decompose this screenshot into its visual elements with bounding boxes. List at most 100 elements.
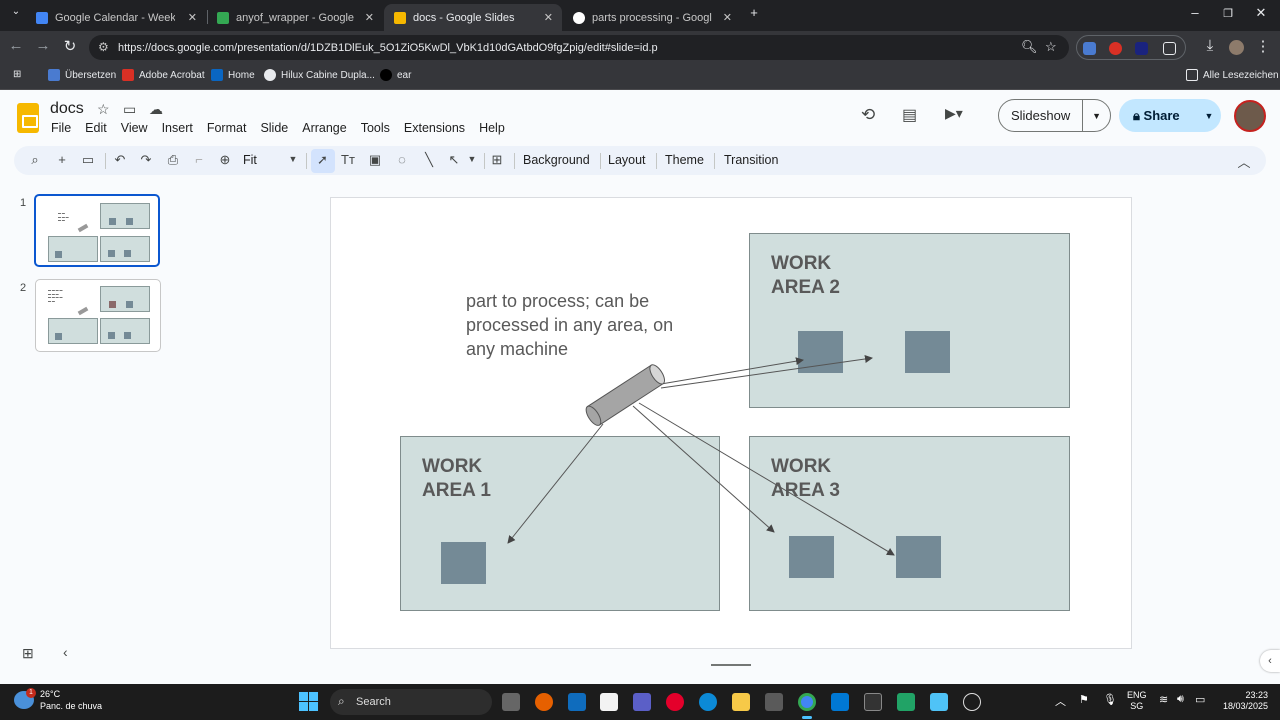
puzzle-icon[interactable] <box>1163 42 1176 55</box>
background-button[interactable]: Background <box>523 153 590 167</box>
show-hidden-icons[interactable]: ︿ <box>1055 693 1066 709</box>
arrow-to-area-3-machine-1[interactable] <box>632 405 775 533</box>
microphone-icon[interactable]: 🎙︎ <box>1103 693 1117 706</box>
tab-google-calendar[interactable]: Google Calendar - Week of Ma ✕ <box>26 4 206 31</box>
line-icon[interactable]: ╲ <box>420 152 438 168</box>
zoom-select[interactable]: Fit <box>243 153 257 167</box>
print-icon[interactable]: ⎙ <box>164 152 182 168</box>
slide-thumbnail-2[interactable]: ▬ ▬ ▬ ▬ ▬ ▬ ▬ ▬ ▬ ▬ ▬ ▬ ▬ <box>35 279 161 352</box>
share-button[interactable]: 🔒︎ Share ▼ <box>1119 99 1221 132</box>
bookmark-ear[interactable]: ear <box>380 69 411 81</box>
minimize-icon[interactable]: – <box>1183 5 1207 20</box>
redo-icon[interactable]: ↷ <box>137 152 155 168</box>
battery-icon[interactable]: ▭ <box>1195 693 1205 706</box>
slideshow-button[interactable]: Slideshow ▼ <box>998 99 1111 132</box>
arrow-to-area-2-machine-2[interactable] <box>660 355 873 389</box>
arrow-line-icon[interactable]: ↖ <box>445 152 463 168</box>
chevron-down-icon[interactable]: ▼ <box>463 154 481 164</box>
slide-thumbnail-1[interactable]: ▬ ▬ ▬ ▬ ▬ ▬ ▬ <box>34 194 160 267</box>
calculator-icon[interactable] <box>765 693 783 711</box>
undo-icon[interactable]: ↶ <box>111 152 129 168</box>
account-avatar[interactable] <box>1234 100 1266 132</box>
notepad-icon[interactable] <box>930 693 948 711</box>
menu-extensions[interactable]: Extensions <box>404 121 465 135</box>
menu-format[interactable]: Format <box>207 121 247 135</box>
task-view-icon[interactable] <box>502 693 520 711</box>
zoom-icon[interactable]: ⊕ <box>216 152 234 168</box>
version-history-icon[interactable]: ⟲ <box>861 105 875 125</box>
bookmark-acrobat[interactable]: Adobe Acrobat <box>122 69 205 81</box>
shape-icon[interactable]: ◌ <box>393 152 411 167</box>
bookmark-translate[interactable]: Übersetzen <box>48 69 116 81</box>
move-folder-icon[interactable]: ▭ <box>123 101 136 118</box>
app-tray-icon[interactable]: ⚑ <box>1079 693 1089 706</box>
file-explorer-icon[interactable] <box>732 693 750 711</box>
menu-view[interactable]: View <box>121 121 148 135</box>
menu-edit[interactable]: Edit <box>85 121 107 135</box>
forward-icon[interactable]: → <box>33 37 53 54</box>
meet-icon[interactable]: ▶▾ <box>945 105 963 122</box>
bookmark-hilux[interactable]: Hilux Cabine Dupla... <box>264 69 375 81</box>
zoom-icon[interactable]: 🔍︎ <box>1021 39 1038 55</box>
tab-google-search[interactable]: parts processing - Google Sear ✕ <box>563 4 741 31</box>
document-title[interactable]: docs <box>50 100 84 118</box>
tab-search-icon[interactable]: ⌄ <box>4 6 28 17</box>
bookmark-home[interactable]: Home <box>211 69 255 81</box>
all-bookmarks[interactable]: Alle Lesezeichen <box>1186 69 1279 81</box>
search-menus-icon[interactable]: ⌕ <box>26 152 44 168</box>
close-tab-icon[interactable]: ✕ <box>365 11 374 24</box>
restore-icon[interactable]: ❐ <box>1216 7 1240 20</box>
paint-format-icon[interactable]: ⌐ <box>190 152 208 167</box>
profile-avatar[interactable] <box>1229 40 1244 55</box>
back-icon[interactable]: ← <box>6 37 26 54</box>
resize-handle[interactable] <box>711 664 751 666</box>
collapse-toolbar-icon[interactable]: ︿ <box>1235 152 1253 171</box>
reload-icon[interactable]: ↻ <box>60 37 80 55</box>
slides-logo[interactable] <box>17 103 39 133</box>
collapse-filmstrip-icon[interactable]: ‹ <box>63 644 68 660</box>
menu-arrange[interactable]: Arrange <box>302 121 346 135</box>
arrow-to-area-1-machine[interactable] <box>507 423 604 544</box>
select-tool[interactable]: ➚ <box>311 149 335 173</box>
menu-help[interactable]: Help <box>479 121 505 135</box>
menu-slide[interactable]: Slide <box>260 121 288 135</box>
new-slide-icon[interactable]: + <box>53 152 71 167</box>
weather-widget[interactable]: 1 26°C Panc. de chuva <box>14 688 102 712</box>
star-icon[interactable]: ☆ <box>97 101 110 118</box>
more-menu-icon[interactable]: ⋮ <box>1253 37 1273 55</box>
tab-google-drive[interactable]: anyof_wrapper - Google Drive ✕ <box>207 4 383 31</box>
close-tab-icon[interactable]: ✕ <box>188 11 197 24</box>
extension-icon[interactable] <box>1109 42 1122 55</box>
arrow-to-area-2-machine-1[interactable] <box>660 357 804 385</box>
edge-icon[interactable] <box>699 693 717 711</box>
opera-icon[interactable] <box>666 693 684 711</box>
translate-extension-icon[interactable] <box>1083 42 1096 55</box>
menu-file[interactable]: File <box>51 121 71 135</box>
add-comment-icon[interactable]: ⊞ <box>488 152 506 168</box>
terminal-icon[interactable] <box>864 693 882 711</box>
extension-icon[interactable] <box>1135 42 1148 55</box>
chevron-down-icon[interactable]: ▼ <box>284 154 302 164</box>
excel-icon[interactable] <box>897 693 915 711</box>
grid-view-icon[interactable]: ⊞ <box>22 645 34 662</box>
apps-icon[interactable]: ⊞ <box>13 69 21 80</box>
arrow-to-area-3-machine-2[interactable] <box>638 402 895 556</box>
new-tab-button[interactable]: + <box>742 5 766 20</box>
part-cylinder[interactable] <box>583 362 667 427</box>
system-clock[interactable]: 23:23 18/03/2025 <box>1218 690 1268 712</box>
layout-icon[interactable]: ▭ <box>79 152 97 168</box>
outlook-icon[interactable] <box>568 693 586 711</box>
image-icon[interactable]: ▣ <box>366 152 384 168</box>
site-info-icon[interactable]: ⚙ <box>98 40 109 54</box>
show-side-panel-icon[interactable]: ‹ <box>1260 650 1280 672</box>
bookmark-star-icon[interactable]: ☆ <box>1045 39 1057 55</box>
taskbar-search[interactable]: ⌕ Search <box>330 689 492 715</box>
text-box-icon[interactable]: Tт <box>339 152 357 167</box>
wifi-icon[interactable]: ≋ <box>1159 693 1168 706</box>
chevron-down-icon[interactable]: ▼ <box>1197 111 1221 121</box>
slide-canvas[interactable]: WORK AREA 2 WORK AREA 1 WORK AREA 3 part… <box>330 197 1132 649</box>
address-bar[interactable]: ⚙ https://docs.google.com/presentation/d… <box>89 35 1069 60</box>
chatgpt-icon[interactable] <box>963 693 981 711</box>
firefox-icon[interactable] <box>535 693 553 711</box>
tab-google-slides[interactable]: docs - Google Slides ✕ <box>384 4 562 31</box>
